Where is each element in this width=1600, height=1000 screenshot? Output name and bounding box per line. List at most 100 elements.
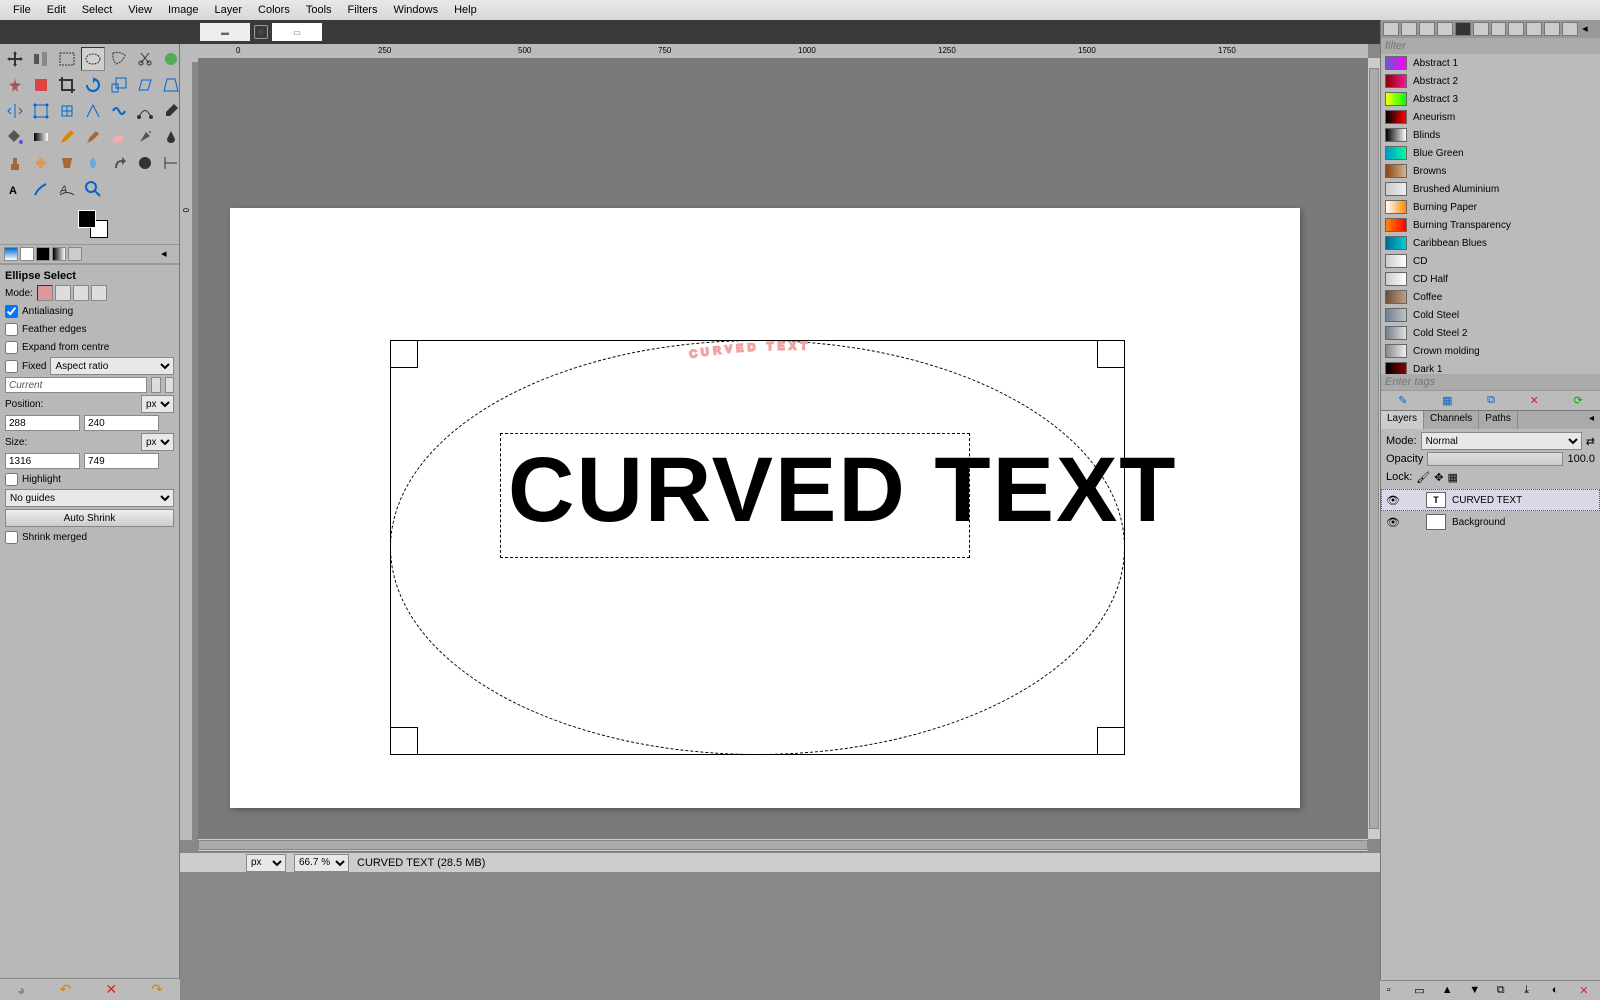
raise-layer-icon[interactable]: ▲	[1442, 984, 1456, 998]
opacity-slider[interactable]	[1427, 452, 1563, 466]
lock-pixels-icon[interactable]: 🖌	[1416, 471, 1430, 484]
mode-swap-icon[interactable]: ⇄	[1586, 435, 1595, 448]
scale-tool-icon[interactable]	[107, 73, 131, 97]
airbrush-tool-icon[interactable]	[133, 125, 157, 149]
paintbrush-tool-icon[interactable]	[81, 125, 105, 149]
menu-edit[interactable]: Edit	[39, 4, 74, 16]
new-layer-icon[interactable]: ▫	[1387, 984, 1401, 998]
arrow-icon[interactable]: ◂	[161, 247, 175, 261]
gradient-row[interactable]: CD Half	[1381, 270, 1600, 288]
refresh-gradient-icon[interactable]: ⟳	[1573, 394, 1582, 407]
rotate-tool-icon[interactable]	[81, 73, 105, 97]
fuzzy-select-tool-icon[interactable]	[3, 73, 27, 97]
dock-tab-icon-3[interactable]	[1419, 22, 1435, 36]
mode-add-icon[interactable]	[55, 285, 71, 301]
aspect-value-input[interactable]	[5, 377, 147, 393]
edit-gradient-icon[interactable]: ✎	[1398, 394, 1407, 407]
tab-channels[interactable]: Channels	[1424, 411, 1479, 429]
menu-filters[interactable]: Filters	[340, 4, 386, 16]
lower-layer-icon[interactable]: ▼	[1469, 984, 1483, 998]
lock-alpha-icon[interactable]: ▦	[1447, 471, 1457, 484]
lock-position-icon[interactable]: ✥	[1434, 471, 1443, 484]
layer-name-bg[interactable]: Background	[1452, 517, 1505, 528]
fg-color-icon[interactable]	[78, 210, 96, 228]
smudge-tool-icon[interactable]	[107, 151, 131, 175]
perspective-clone-tool-icon[interactable]	[55, 151, 79, 175]
menu-windows[interactable]: Windows	[385, 4, 446, 16]
new-gradient-icon[interactable]: ▦	[1442, 394, 1452, 407]
clone-tool-icon[interactable]	[3, 151, 27, 175]
rect-select-tool-icon[interactable]	[55, 47, 79, 71]
highlight-checkbox[interactable]	[5, 473, 18, 486]
layer-visibility-icon[interactable]: 👁	[1386, 494, 1400, 507]
document-tab-1[interactable]: ▬	[200, 23, 250, 41]
close-tab-icon[interactable]: ✕	[254, 25, 268, 39]
canvas-viewport[interactable]: CURVED TEXT CURVED TEXT	[198, 58, 1368, 852]
text-along-path-icon[interactable]: A	[55, 177, 79, 201]
free-select-tool-icon[interactable]	[107, 47, 131, 71]
preset-icon-5[interactable]	[68, 247, 82, 261]
gradient-row[interactable]: Coffee	[1381, 288, 1600, 306]
position-y-input[interactable]	[84, 415, 159, 431]
mode-intersect-icon[interactable]	[91, 285, 107, 301]
horizontal-scrollbar-thumb[interactable]	[198, 840, 1368, 850]
vertical-ruler[interactable]: 0	[180, 58, 192, 840]
aspect-select[interactable]: Aspect ratio	[50, 357, 174, 375]
align-tool-icon[interactable]	[29, 47, 53, 71]
by-color-select-tool-icon[interactable]	[29, 73, 53, 97]
text-tool-icon[interactable]: A	[3, 177, 27, 201]
dock-menu-icon[interactable]: ◂	[1582, 22, 1598, 36]
wilber-icon[interactable]: ◕	[17, 982, 25, 998]
move-tool-icon[interactable]	[3, 47, 27, 71]
crop-tool-icon[interactable]	[55, 73, 79, 97]
dodge-burn-tool-icon[interactable]	[133, 151, 157, 175]
delete-gradient-icon[interactable]: ✕	[1530, 394, 1539, 407]
gradient-row[interactable]: Abstract 1	[1381, 54, 1600, 72]
guides-select[interactable]: No guides	[5, 489, 174, 507]
tags-input[interactable]	[1385, 376, 1596, 388]
pencil-tool-icon[interactable]	[55, 125, 79, 149]
menu-help[interactable]: Help	[446, 4, 485, 16]
feather-checkbox[interactable]	[5, 323, 18, 336]
document-tab-2[interactable]: ▭	[272, 23, 322, 41]
warp-tool-icon[interactable]	[107, 99, 131, 123]
paths-tool-icon[interactable]	[133, 99, 157, 123]
portrait-icon[interactable]	[151, 377, 161, 393]
menu-view[interactable]: View	[120, 4, 160, 16]
gradient-row[interactable]: CD	[1381, 252, 1600, 270]
fg-bg-color-swatch[interactable]	[78, 210, 108, 238]
gradient-row[interactable]: Crown molding	[1381, 342, 1600, 360]
gradient-row[interactable]: Dark 1	[1381, 360, 1600, 374]
eraser-tool-icon[interactable]	[107, 125, 131, 149]
preset-icon-2[interactable]	[20, 247, 34, 261]
blur-tool-icon[interactable]	[81, 151, 105, 175]
gradient-row[interactable]: Caribbean Blues	[1381, 234, 1600, 252]
duplicate-layer-icon[interactable]: ⧉	[1497, 984, 1511, 998]
tab-layers[interactable]: Layers	[1381, 411, 1424, 429]
gradient-row[interactable]: Burning Paper	[1381, 198, 1600, 216]
size-unit-select[interactable]: px	[141, 433, 174, 451]
menu-select[interactable]: Select	[74, 4, 121, 16]
flip-tool-icon[interactable]	[3, 99, 27, 123]
redo-icon[interactable]: ↷	[151, 981, 163, 998]
gradient-row[interactable]: Blinds	[1381, 126, 1600, 144]
gradient-row[interactable]: Burning Transparency	[1381, 216, 1600, 234]
expand-checkbox[interactable]	[5, 341, 18, 354]
dock-tab-icon-7[interactable]	[1491, 22, 1507, 36]
merge-down-icon[interactable]: ⤓	[1524, 984, 1538, 998]
dock-tab-icon-1[interactable]	[1383, 22, 1399, 36]
delete-layer-icon[interactable]: ✕	[1579, 984, 1593, 998]
gradient-row[interactable]: Abstract 3	[1381, 90, 1600, 108]
menu-layer[interactable]: Layer	[207, 4, 251, 16]
antialiasing-checkbox[interactable]	[5, 305, 18, 318]
layer-row-bg[interactable]: 👁 Background	[1381, 511, 1600, 533]
gradient-row[interactable]: Browns	[1381, 162, 1600, 180]
gradient-row[interactable]: Aneurism	[1381, 108, 1600, 126]
gradient-filter-input[interactable]	[1385, 40, 1596, 52]
position-x-input[interactable]	[5, 415, 80, 431]
vertical-scrollbar-thumb[interactable]	[1369, 68, 1379, 829]
size-h-input[interactable]	[84, 453, 159, 469]
gradient-row[interactable]: Cold Steel	[1381, 306, 1600, 324]
dock-tab-icon-11[interactable]	[1562, 22, 1578, 36]
vertical-scrollbar[interactable]	[1368, 58, 1380, 839]
